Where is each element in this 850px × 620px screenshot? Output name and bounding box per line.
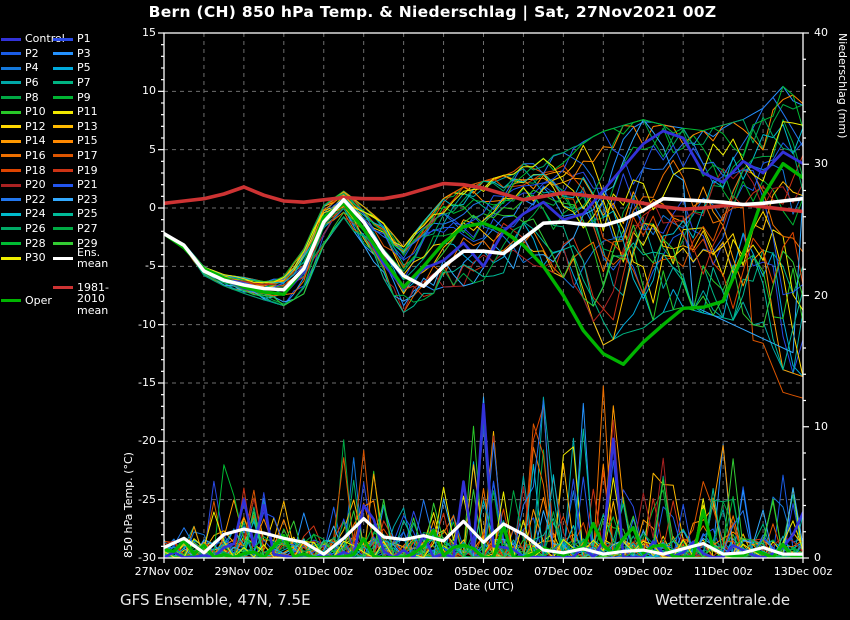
x-tick-label: 05Dec 00z (454, 565, 513, 578)
x-tick-label: 13Dec 00z (773, 565, 833, 578)
y-left-tick-label: -30 (138, 551, 156, 564)
meteogram: Bern (CH) 850 hPa Temp. & Niederschlag |… (0, 0, 850, 620)
y-left-tick-label: -5 (145, 259, 156, 273)
y-left-tick-label: 15 (142, 26, 156, 39)
y-left-tick-label: -20 (138, 434, 156, 448)
x-tick-label: 27Nov 00z (134, 565, 194, 578)
y-axis-label-left: 850 hPa Temp. (°C) (122, 452, 135, 558)
y-left-tick-label: 5 (149, 142, 156, 156)
footer-model-info: GFS Ensemble, 47N, 7.5E (120, 591, 311, 609)
y-left-tick-label: 0 (149, 201, 156, 214)
x-tick-label: 03Dec 00z (374, 565, 433, 578)
y-left-tick-label: 10 (142, 84, 156, 98)
member-temp-line (164, 211, 803, 328)
y-left-tick-label: -15 (138, 376, 156, 389)
y-left-tick-label: -25 (138, 492, 156, 506)
y-axis-label-right: Niederschlag (mm) (836, 33, 849, 139)
member-temp-line (164, 164, 803, 289)
x-tick-label: 07Dec 00z (534, 565, 593, 578)
footer-brand: Wetterzentrale.de (655, 591, 791, 609)
x-tick-label: 09Dec 00z (613, 565, 673, 578)
x-axis-label: Date (UTC) (453, 580, 515, 593)
x-tick-label: 29Nov 00z (214, 565, 274, 578)
x-tick-label: 11Dec 00z (693, 565, 753, 578)
x-tick-label: 01Dec 00z (294, 565, 354, 578)
y-left-tick-label: -10 (138, 317, 156, 331)
